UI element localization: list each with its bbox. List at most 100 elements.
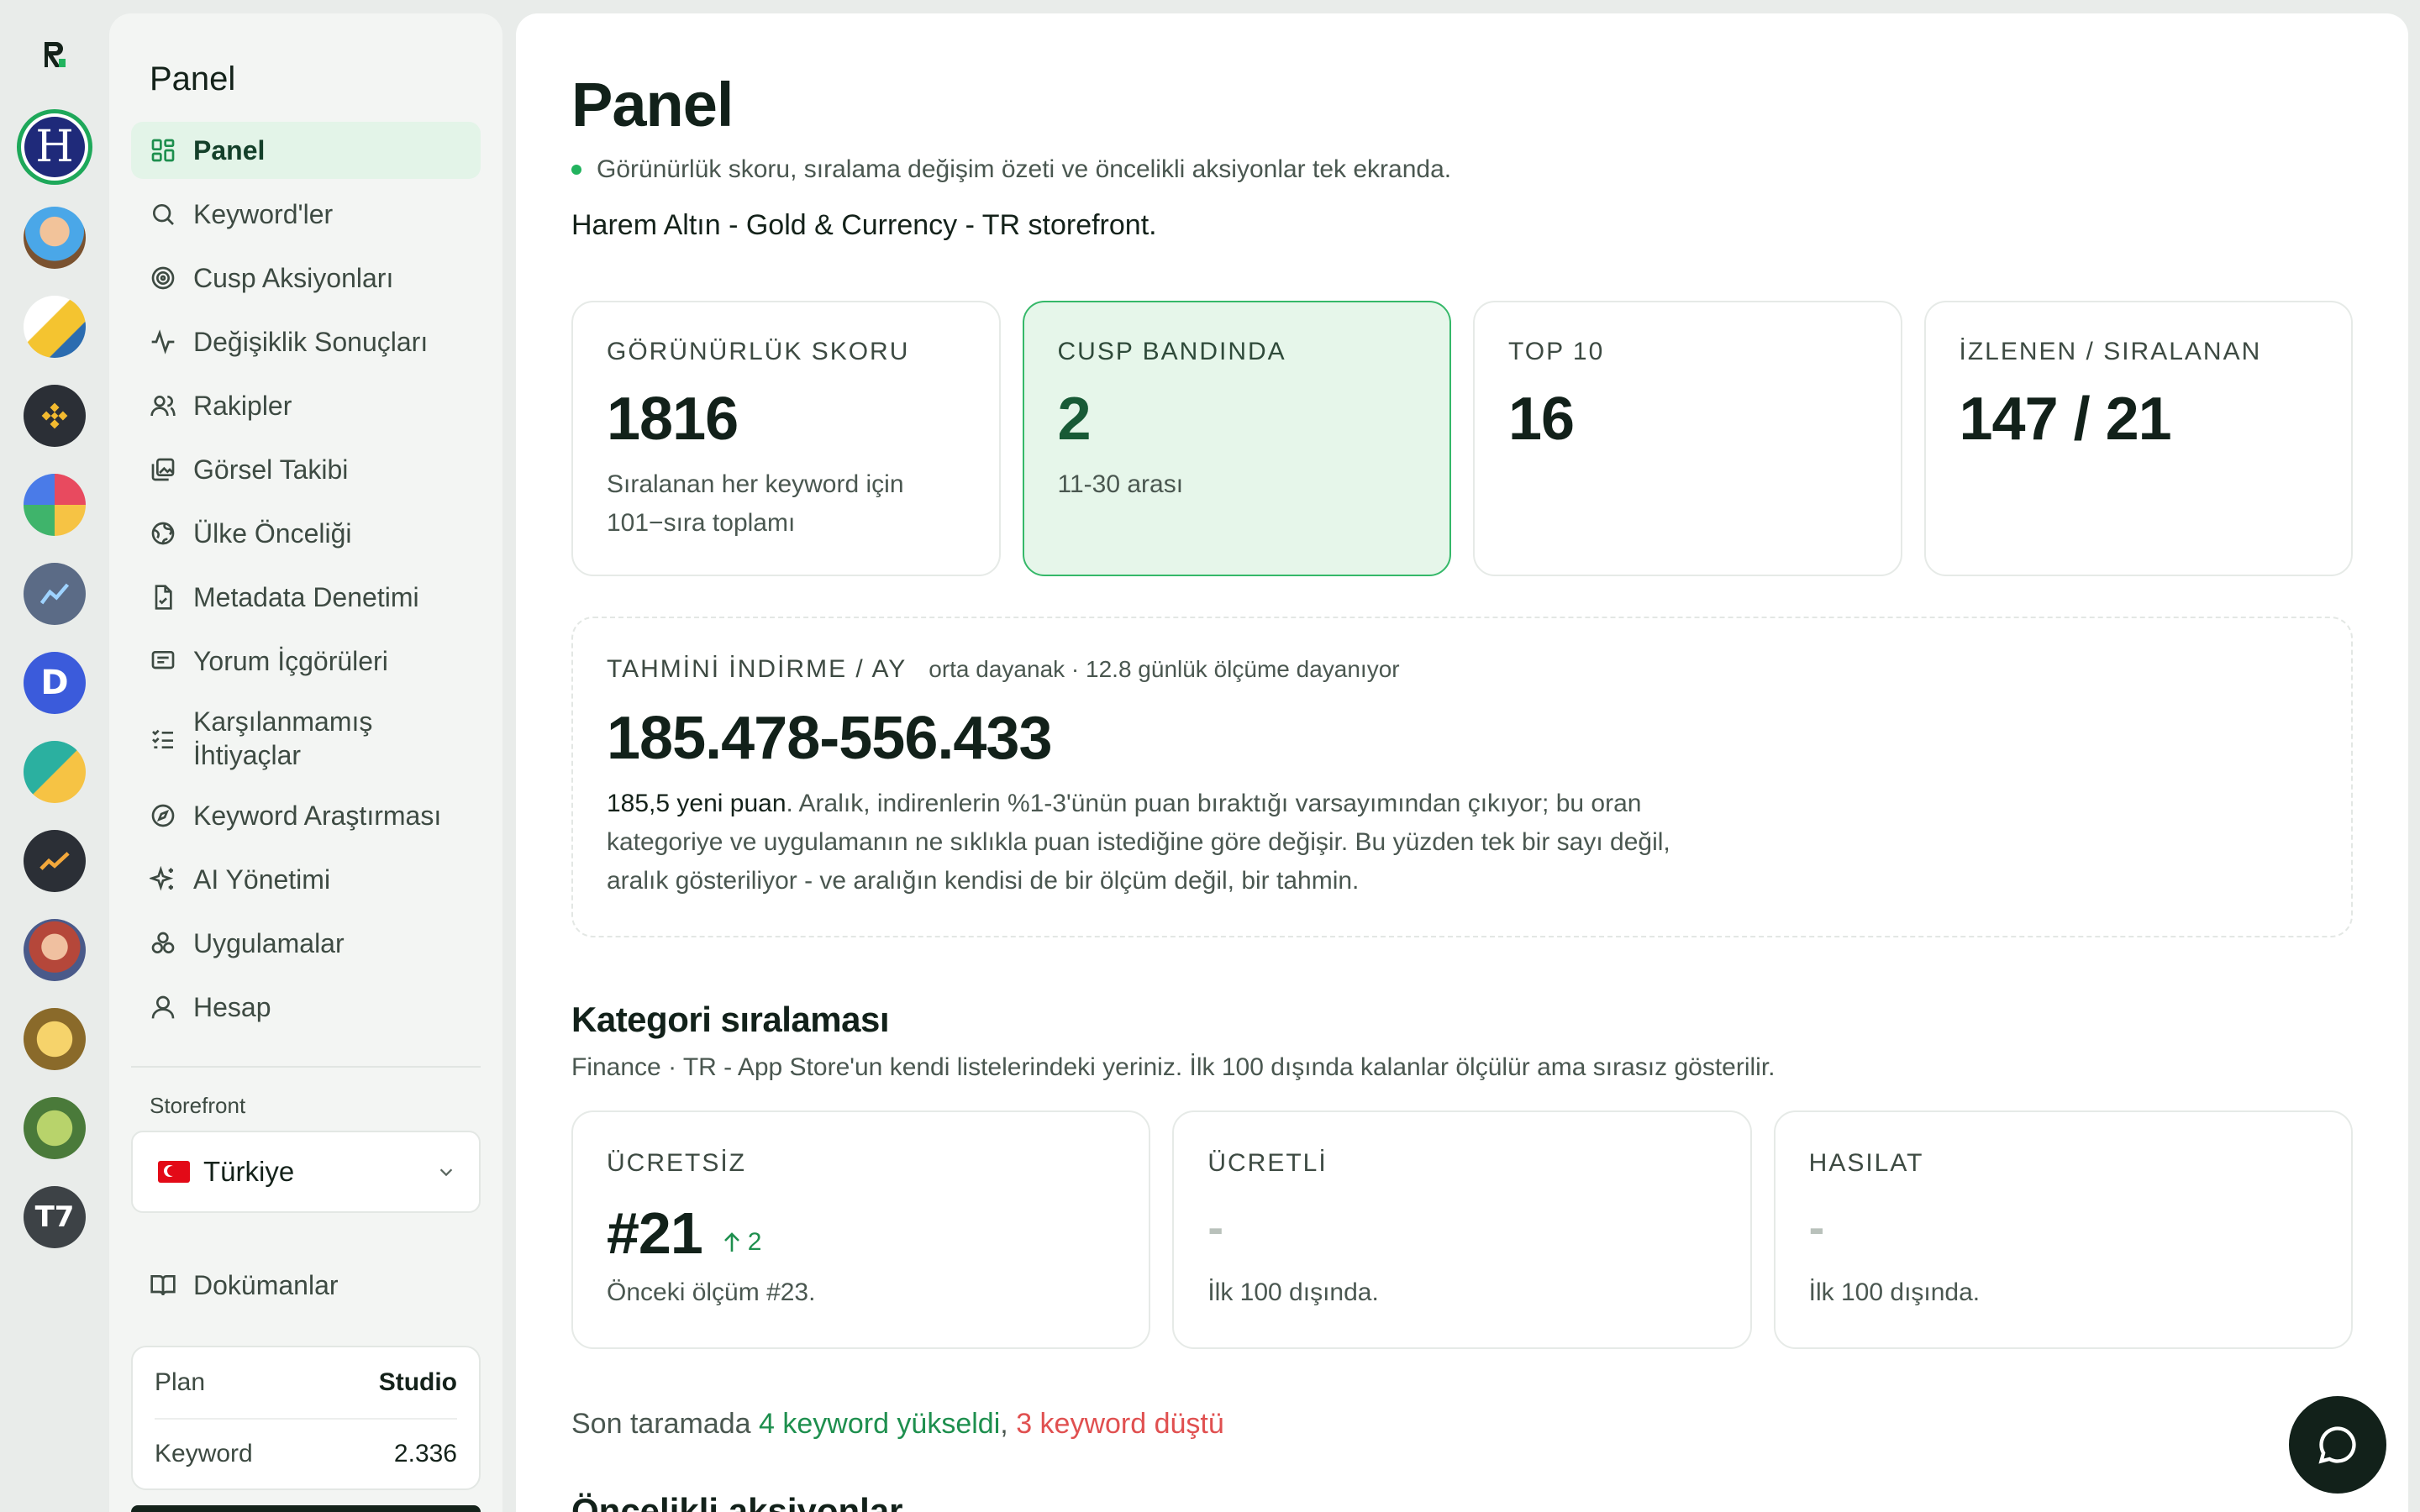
sidebar-item-label: Uygulamalar bbox=[193, 928, 345, 958]
docs-link[interactable]: Dokümanlar bbox=[131, 1257, 481, 1314]
category-cards-row: ÜCRETSİZ #21 2 Önceki ölçüm #23. ÜCRETLİ… bbox=[571, 1110, 2353, 1349]
category-ranking-subtitle: Finance · TR - App Store'un kendi listel… bbox=[571, 1053, 1776, 1081]
book-icon bbox=[150, 1272, 176, 1299]
scan-summary-sep: , bbox=[1000, 1408, 1017, 1440]
sidebar-item-label: Rakipler bbox=[193, 391, 292, 421]
sidebar-item-account[interactable]: Hesap bbox=[131, 979, 481, 1036]
globe-icon bbox=[150, 520, 176, 547]
stat-card-tracked-ranked: İZLENEN / SIRALANAN 147 / 21 bbox=[1923, 301, 2353, 576]
selected-app-name: Harem Altın - Gold & Currency - TR store… bbox=[571, 209, 1157, 241]
category-key: ÜCRETSİZ bbox=[607, 1149, 746, 1177]
download-estimate-card: TAHMİNİ İNDİRME / AY orta dayanak · 12.8… bbox=[571, 617, 2353, 937]
app-avatar-binance-icon[interactable] bbox=[24, 385, 86, 447]
sidebar-item-change-results[interactable]: Değişiklik Sonuçları bbox=[131, 313, 481, 370]
sidebar-item-metadata-audit[interactable]: Metadata Denetimi bbox=[131, 569, 481, 626]
app-avatar-tradingview-icon[interactable]: T7 bbox=[24, 1186, 86, 1248]
keywords-up-link[interactable]: 4 keyword yükseldi bbox=[759, 1408, 1000, 1440]
sidebar-item-label: Keyword Araştırması bbox=[193, 801, 442, 831]
sidebar-item-label: AI Yönetimi bbox=[193, 864, 331, 895]
target-icon bbox=[150, 265, 176, 291]
storefront-label: Storefront bbox=[150, 1093, 246, 1118]
priority-actions-title: Öncelikli aksiyonlar bbox=[571, 1491, 903, 1512]
stat-value: 1816 bbox=[607, 386, 739, 453]
keywords-down-link[interactable]: 3 keyword düştü bbox=[1016, 1408, 1224, 1440]
sidebar-item-label: Yorum İçgörüleri bbox=[193, 646, 388, 676]
sidebar-item-label: Değişiklik Sonuçları bbox=[193, 327, 429, 357]
category-value-row: - bbox=[1207, 1200, 1716, 1267]
page-subtitle-text: Görünürlük skoru, sıralama değişim özeti… bbox=[597, 155, 1452, 183]
storefront-select[interactable]: Türkiye bbox=[131, 1131, 481, 1213]
sidebar-item-label: Görsel Takibi bbox=[193, 454, 349, 485]
users-icon bbox=[150, 392, 176, 419]
sidebar-item-country-priority[interactable]: Ülke Önceliği bbox=[131, 505, 481, 562]
page-title: Panel bbox=[571, 70, 734, 139]
category-value-row: #21 2 bbox=[607, 1200, 1115, 1267]
search-icon bbox=[150, 201, 176, 228]
app-avatar-runner-game-icon[interactable] bbox=[24, 207, 86, 269]
stat-desc: 11-30 arası bbox=[1057, 470, 1184, 498]
sidebar-item-unmet-needs[interactable]: Karşılanmamış İhtiyaçlar bbox=[131, 696, 481, 780]
sidebar-item-label: Karşılanmamış İhtiyaçlar bbox=[193, 706, 373, 770]
app-avatar-temple-run-icon[interactable] bbox=[24, 1008, 86, 1070]
compass-icon bbox=[150, 802, 176, 829]
category-card-free: ÜCRETSİZ #21 2 Önceki ölçüm #23. bbox=[571, 1110, 1151, 1349]
chat-bubble-icon bbox=[2318, 1426, 2356, 1464]
sidebar-item-visual-tracking[interactable]: Görsel Takibi bbox=[131, 441, 481, 498]
sidebar-item-label: Panel bbox=[193, 135, 266, 165]
app-avatar-gold-icon[interactable] bbox=[24, 296, 86, 358]
stats-row: GÖRÜNÜRLÜK SKORU 1816 Sıralanan her keyw… bbox=[571, 301, 2353, 576]
plan-value: Studio bbox=[378, 1368, 457, 1396]
stat-key: İZLENEN / SIRALANAN bbox=[1959, 338, 2262, 365]
sidebar-item-cusp-actions[interactable]: Cusp Aksiyonları bbox=[131, 249, 481, 307]
download-estimate-value: 185.478-556.433 bbox=[607, 705, 1053, 772]
keyword-quota-value: 2.336 bbox=[393, 1440, 457, 1467]
sidebar-item-review-insights[interactable]: Yorum İçgörüleri bbox=[131, 633, 481, 690]
sidebar-item-competitors[interactable]: Rakipler bbox=[131, 377, 481, 434]
file-check-icon bbox=[150, 584, 176, 611]
app-avatar-investing-icon[interactable] bbox=[24, 830, 86, 892]
app-avatar-d-app-icon[interactable]: D bbox=[24, 652, 86, 714]
chevron-down-icon bbox=[439, 1168, 453, 1177]
sidebar-divider bbox=[131, 1066, 481, 1068]
app-switcher-list: H D T7 bbox=[17, 109, 92, 1248]
app-avatar-chart-app-icon[interactable] bbox=[24, 563, 86, 625]
keyword-quota-label: Keyword bbox=[155, 1440, 253, 1467]
stat-card-cusp[interactable]: CUSP BANDINDA 2 11-30 arası bbox=[1022, 301, 1451, 576]
stat-card-top10: TOP 10 16 bbox=[1473, 301, 1902, 576]
category-card-paid: ÜCRETLİ - İlk 100 dışında. bbox=[1172, 1110, 1752, 1349]
app-avatar-character-game-icon[interactable] bbox=[24, 919, 86, 981]
turkey-flag-icon bbox=[158, 1161, 190, 1183]
plan-label: Plan bbox=[155, 1368, 206, 1396]
sidebar-bottom-button[interactable] bbox=[131, 1505, 481, 1512]
app-avatar-temple-run-2-icon[interactable] bbox=[24, 1097, 86, 1159]
arrow-up-icon bbox=[723, 1232, 739, 1252]
docs-label: Dokümanlar bbox=[193, 1270, 339, 1300]
sparkles-icon bbox=[150, 866, 176, 893]
brand-logo-icon[interactable] bbox=[42, 40, 67, 69]
keyword-quota-row: Keyword 2.336 bbox=[155, 1418, 457, 1488]
sidebar-item-label: Hesap bbox=[193, 992, 271, 1022]
category-key: HASILAT bbox=[1808, 1149, 1924, 1177]
app-avatar-puzzle-icon[interactable] bbox=[24, 474, 86, 536]
category-desc: İlk 100 dışında. bbox=[1808, 1278, 1981, 1306]
sidebar-item-label: Cusp Aksiyonları bbox=[193, 263, 394, 293]
category-key: ÜCRETLİ bbox=[1207, 1149, 1328, 1177]
sidebar-item-label: Keyword'ler bbox=[193, 199, 334, 229]
sidebar-item-label: Metadata Denetimi bbox=[193, 582, 419, 612]
app-rail: H D T7 bbox=[0, 0, 109, 1512]
sidebar-item-keywords[interactable]: Keyword'ler bbox=[131, 186, 481, 243]
sidebar-item-panel[interactable]: Panel bbox=[131, 122, 481, 179]
rank-delta-value: 2 bbox=[747, 1228, 762, 1256]
sidebar: Panel Panel Keyword'ler Cusp Aksiyonları… bbox=[109, 13, 502, 1512]
app-avatar-geometry-game-icon[interactable] bbox=[24, 741, 86, 803]
apps-icon bbox=[150, 930, 176, 957]
sidebar-item-apps[interactable]: Uygulamalar bbox=[131, 915, 481, 972]
stat-card-visibility: GÖRÜNÜRLÜK SKORU 1816 Sıralanan her keyw… bbox=[571, 301, 1001, 576]
sidebar-item-keyword-research[interactable]: Keyword Araştırması bbox=[131, 787, 481, 844]
page-subtitle: Görünürlük skoru, sıralama değişim özeti… bbox=[571, 155, 2353, 184]
sidebar-item-ai-management[interactable]: AI Yönetimi bbox=[131, 851, 481, 908]
sidebar-item-label: Ülke Önceliği bbox=[193, 518, 352, 549]
chat-support-button[interactable] bbox=[2289, 1396, 2386, 1494]
app-avatar-harem[interactable]: H bbox=[17, 109, 92, 185]
category-rank-value: - bbox=[1207, 1200, 1223, 1253]
